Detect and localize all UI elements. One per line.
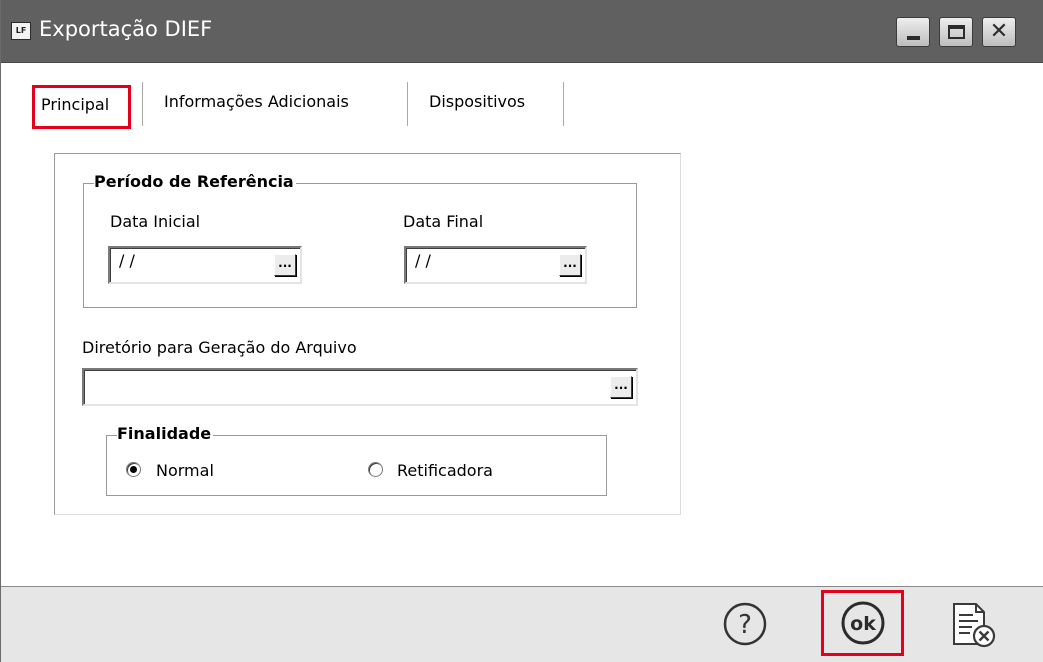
ok-button[interactable]: ok [821,590,904,656]
maximize-button[interactable] [939,17,973,47]
finalidade-legend: Finalidade [117,424,214,443]
periodo-legend: Período de Referência [94,172,296,191]
radio-selected-dot [130,466,137,473]
help-icon: ? [723,602,767,646]
tab-dispositivos[interactable]: Dispositivos [429,92,525,111]
close-button[interactable]: ✕ [982,17,1016,47]
diretorio-label: Diretório para Geração do Arquivo [82,338,357,357]
diretorio-browse-button[interactable]: ... [610,376,632,398]
data-inicial-field[interactable]: / / ... [108,246,302,284]
minimize-icon [907,36,920,40]
data-inicial-picker-button[interactable]: ... [274,254,296,276]
data-final-picker-button[interactable]: ... [559,254,581,276]
svg-text:?: ? [738,610,752,640]
retificadora-radio-label[interactable]: Retificadora [397,461,493,480]
tab-principal[interactable]: Principal [32,85,131,129]
maximize-icon [948,25,965,39]
data-final-field[interactable]: / / ... [404,246,587,284]
normal-radio[interactable] [126,462,141,477]
ok-label: ok [850,613,876,635]
data-final-value: / / [415,251,431,270]
window-title: Exportação DIEF [39,17,213,41]
normal-radio-label[interactable]: Normal [156,461,214,480]
data-inicial-label: Data Inicial [110,212,201,231]
tab-separator [407,82,409,126]
title-bar: LF Exportação DIEF ✕ [1,0,1043,63]
retificadora-radio[interactable] [368,462,383,477]
app-logo-icon: LF [11,22,31,40]
close-icon: ✕ [989,19,1009,44]
tab-informacoes-adicionais[interactable]: Informações Adicionais [164,92,349,111]
data-final-label: Data Final [403,212,484,231]
export-dief-window: LF Exportação DIEF ✕ Principal Informaçõ… [0,0,1043,662]
ok-icon: ok [841,601,885,645]
cancel-document-icon [953,603,996,648]
minimize-button[interactable] [896,17,930,47]
tab-separator [563,82,565,126]
tab-separator [142,82,144,126]
data-inicial-value: / / [119,251,135,270]
help-button[interactable]: ? [722,601,768,647]
cancel-button[interactable] [946,600,1000,650]
diretorio-field[interactable]: ... [82,368,638,406]
